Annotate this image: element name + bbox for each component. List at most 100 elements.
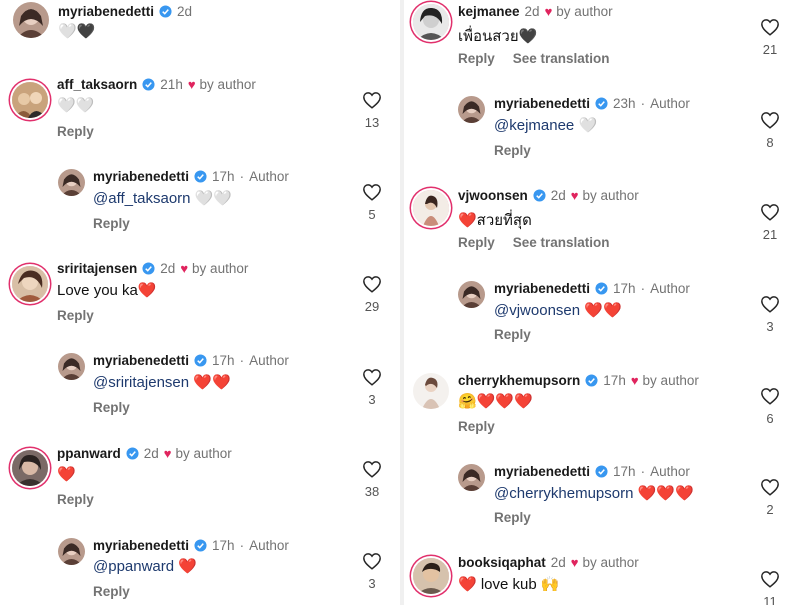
comment-header: myriabenedetti 23h · Author [494,96,690,111]
heart-outline-icon[interactable] [760,295,780,313]
avatar[interactable] [458,281,485,308]
timestamp: 2d [550,188,566,203]
reply-button[interactable]: Reply [494,327,531,342]
heart-outline-icon[interactable] [760,387,780,405]
avatar[interactable] [458,464,485,491]
author-tag: Author [249,169,289,184]
comment-header: myriabenedetti 17h · Author [93,538,289,553]
mention-link[interactable]: @aff_taksaorn [93,190,191,207]
like-control[interactable]: 3 [757,295,783,334]
like-control[interactable]: 3 [359,368,385,407]
avatar[interactable] [458,96,485,123]
verified-badge-icon [194,170,207,183]
heart-outline-icon[interactable] [362,368,382,386]
username[interactable]: myriabenedetti [494,464,590,479]
heart-outline-icon[interactable] [760,478,780,496]
avatar[interactable] [12,450,48,486]
avatar[interactable] [58,353,85,380]
heart-filled-icon: ♥ [180,261,189,276]
like-control[interactable]: 38 [359,460,385,499]
comment-text: ❤️ [57,466,76,483]
like-control[interactable]: 11 [757,570,783,605]
heart-outline-icon[interactable] [362,460,382,478]
heart-outline-icon[interactable] [362,183,382,201]
comment-header: kejmanee 2d ♥ by author [458,4,613,19]
username[interactable]: aff_taksaorn [57,77,137,92]
avatar[interactable] [12,266,48,302]
verified-badge-icon [142,262,155,275]
reply-button[interactable]: Reply [93,216,130,231]
comment-header: vjwoonsen 2d ♥ by author [458,188,639,203]
verified-badge-icon [585,374,598,387]
comment-header: myriabenedetti 2d [58,4,192,19]
reply-button[interactable]: Reply [494,510,531,525]
username[interactable]: ppanward [57,446,121,461]
like-count: 6 [766,411,774,426]
like-control[interactable]: 21 [757,18,783,57]
username[interactable]: kejmanee [458,4,520,19]
see-translation-button[interactable]: See translation [513,235,610,250]
avatar[interactable] [58,538,85,565]
avatar[interactable] [413,4,449,40]
mention-link[interactable]: @cherrykhemupsorn [494,485,633,502]
reply-button[interactable]: Reply [93,584,130,599]
like-control[interactable]: 8 [757,111,783,150]
like-count: 21 [762,42,778,57]
like-control[interactable]: 13 [359,91,385,130]
reply-button[interactable]: Reply [494,143,531,158]
heart-outline-icon[interactable] [760,203,780,221]
reply-button[interactable]: Reply [57,124,94,139]
comment-header: aff_taksaorn 21h ♥ by author [57,77,256,92]
mention-link[interactable]: @vjwoonsen [494,302,580,319]
username[interactable]: cherrykhemupsorn [458,373,580,388]
comment-text: @ppanward ❤️ [93,558,197,575]
username[interactable]: myriabenedetti [494,96,590,111]
reply-button[interactable]: Reply [57,308,94,323]
username[interactable]: myriabenedetti [494,281,590,296]
heart-outline-icon[interactable] [362,275,382,293]
avatar[interactable] [413,558,449,594]
like-control[interactable]: 2 [757,478,783,517]
heart-outline-icon[interactable] [760,570,780,588]
reply-button[interactable]: Reply [458,419,495,434]
liked-by-author: ♥ by author [180,261,249,276]
like-control[interactable]: 6 [757,387,783,426]
heart-outline-icon[interactable] [760,18,780,36]
avatar[interactable] [58,169,85,196]
mention-link[interactable]: @ppanward [93,558,174,575]
like-control[interactable]: 3 [359,552,385,591]
username[interactable]: myriabenedetti [93,353,189,368]
verified-badge-icon [194,354,207,367]
username[interactable]: vjwoonsen [458,188,528,203]
comment-actions: Reply [494,143,531,158]
username[interactable]: sriritajensen [57,261,137,276]
username[interactable]: myriabenedetti [93,169,189,184]
like-control[interactable]: 29 [359,275,385,314]
mention-link[interactable]: @kejmanee [494,117,574,134]
heart-outline-icon[interactable] [362,552,382,570]
comment-header: myriabenedetti 17h · Author [93,169,289,184]
reply-button[interactable]: Reply [458,235,495,250]
reply-button[interactable]: Reply [458,51,495,66]
avatar[interactable] [413,373,449,409]
username[interactable]: myriabenedetti [58,4,154,19]
avatar[interactable] [13,2,49,38]
mention-link[interactable]: @sriritajensen [93,374,189,391]
username[interactable]: booksiqaphat [458,555,546,570]
see-translation-button[interactable]: See translation [513,51,610,66]
like-count: 3 [766,319,774,334]
author-tag: Author [249,353,289,368]
like-control[interactable]: 5 [359,183,385,222]
avatar[interactable] [413,190,449,226]
like-control[interactable]: 21 [757,203,783,242]
heart-filled-icon: ♥ [630,373,639,388]
avatar[interactable] [12,82,48,118]
author-tag: Author [249,538,289,553]
heart-outline-icon[interactable] [362,91,382,109]
heart-outline-icon[interactable] [760,111,780,129]
verified-badge-icon [126,447,139,460]
username[interactable]: myriabenedetti [93,538,189,553]
reply-button[interactable]: Reply [93,400,130,415]
verified-badge-icon [595,465,608,478]
reply-button[interactable]: Reply [57,492,94,507]
